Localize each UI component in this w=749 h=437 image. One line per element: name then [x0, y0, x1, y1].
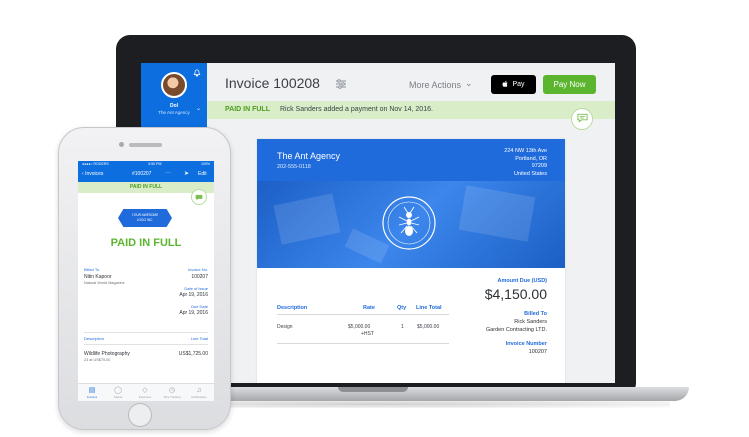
carrier: ●●●●○ ROGERS — [82, 162, 109, 166]
date-of-issue-label: Date of Issue — [184, 286, 208, 291]
invoice-no-value: 100207 — [191, 274, 208, 280]
paid-title: PAID IN FULL — [110, 237, 182, 249]
clock-icon: ◷ — [168, 387, 176, 394]
apple-icon — [502, 80, 509, 90]
page-title: Invoice 100208 — [225, 75, 320, 91]
pay-now-button[interactable]: Pay Now — [543, 75, 596, 94]
apple-pay-label: Pay — [512, 81, 525, 88]
divider — [84, 332, 208, 333]
company-logo: YOUR AWESOME LOGO INC. — [118, 209, 172, 227]
avatar[interactable] — [161, 72, 187, 98]
company-address: 224 NW 13th Ave Portland, OR 97209 Unite… — [504, 148, 547, 178]
tab-clients[interactable]: ◯ Clients — [107, 386, 129, 399]
address-line: Portland, OR — [515, 155, 547, 162]
tab-label: Clients — [113, 395, 123, 399]
amount-due-value: $4,150.00 — [484, 286, 547, 302]
divider — [277, 314, 449, 315]
line-item-tax: +HST — [361, 331, 374, 337]
line-item-name: Wildlife Photography — [84, 351, 130, 357]
device-mockup-stage: Dol The Ant Agency ⌄ Invoice 100208 More… — [0, 0, 749, 437]
tab-expenses[interactable]: ◇ Expenses — [134, 386, 156, 399]
billed-to-label: Billed To — [84, 267, 100, 272]
comment-button[interactable] — [191, 189, 207, 205]
logo-text: LOGO INC. — [136, 217, 154, 222]
billed-to-company: Garden Contracting LTD. — [485, 326, 547, 333]
apple-pay-button[interactable]: Pay — [491, 75, 536, 94]
tab-notifications[interactable]: ♫ Notifications — [188, 386, 210, 399]
bell-icon[interactable] — [193, 69, 201, 78]
invoice-number-value: 100207 — [528, 349, 547, 355]
invoice-icon: ▤ — [88, 387, 96, 394]
column-header-line-total: Line Total — [190, 336, 208, 341]
more-actions-button[interactable]: More Actions — [409, 80, 461, 90]
due-date-label: Due Date — [191, 304, 208, 309]
phone-screen: ●●●●○ ROGERS 5:50 PM 100% ‹ Invoices #10… — [78, 161, 214, 401]
comment-icon — [195, 188, 203, 206]
expenses-icon: ◇ — [142, 387, 148, 394]
line-item-total: $5,000.00 — [417, 324, 440, 330]
line-item-total: US$1,725.00 — [178, 351, 208, 357]
address-line: 224 NW 13th Ave — [504, 148, 547, 154]
ant-logo — [377, 191, 441, 255]
more-icon[interactable]: ··· — [165, 170, 171, 176]
tab-time-tracking[interactable]: ◷ Time Tracking — [161, 386, 183, 399]
tab-label: Time Tracking — [163, 395, 181, 399]
line-item-detail: 23 at US$75.00 — [84, 358, 111, 362]
invoice-no-label: Invoice No. — [187, 267, 208, 272]
comment-button[interactable] — [571, 108, 593, 130]
column-header-qty: Qty — [397, 305, 407, 311]
billed-to-block: Rick Sanders Garden Contracting LTD. — [486, 319, 547, 334]
back-button[interactable]: ‹ Invoices — [82, 171, 103, 177]
company-phone: 202-555-0118 — [277, 164, 311, 170]
comment-icon — [576, 110, 588, 128]
phone-camera — [119, 142, 124, 147]
column-header-description: Description — [84, 336, 105, 341]
company-name: The Ant Agency — [277, 151, 341, 161]
bell-icon: ♫ — [196, 387, 202, 394]
tab-label: Notifications — [191, 395, 207, 399]
divider — [277, 343, 449, 344]
address-line: 97209 — [531, 163, 547, 169]
column-header-description: Description — [277, 305, 308, 311]
chevron-down-icon[interactable]: ⌄ — [465, 78, 473, 89]
laptop-notch — [338, 387, 408, 392]
billed-to-name: Nitin Kapoor — [84, 274, 112, 280]
date-of-issue-value: Apr 19, 2016 — [179, 292, 208, 298]
battery: 100% — [201, 162, 210, 166]
line-item-qty: 1 — [401, 324, 404, 330]
nav-bar: ‹ Invoices #100207 ··· ➤ Edit — [78, 167, 214, 182]
clients-icon: ◯ — [114, 387, 122, 394]
invoice-header: The Ant Agency 202-555-0118 224 NW 13th … — [257, 139, 565, 268]
billed-to-label: Billed To — [524, 311, 547, 317]
sliders-icon[interactable] — [335, 77, 347, 89]
amount-due-label: Amount Due (USD) — [497, 278, 548, 284]
tab-bar: ▤ Invoices ◯ Clients ◇ Expenses ◷ Time T… — [78, 383, 214, 401]
address-line: United States — [513, 170, 547, 177]
tab-label: Invoices — [86, 395, 98, 399]
back-label: Invoices — [85, 171, 104, 177]
tab-label: Expenses — [138, 395, 152, 399]
divider — [84, 344, 208, 345]
column-header-line-total: Line Total — [416, 305, 442, 311]
billed-to-company: Natural World Magazine — [84, 281, 125, 285]
status-badge: PAID IN FULL — [225, 106, 270, 113]
edit-button[interactable]: Edit — [198, 171, 207, 177]
billed-to-name: Rick Sanders — [514, 319, 547, 325]
nav-title: #100207 — [132, 171, 152, 177]
line-item-rate: $5,000.00 — [348, 324, 371, 330]
payment-message: Rick Sanders added a payment on Nov 14, … — [280, 106, 433, 113]
due-date-value: Apr 19, 2016 — [179, 310, 208, 316]
send-icon[interactable]: ➤ — [184, 170, 189, 177]
chevron-down-icon[interactable]: ⌄ — [196, 105, 201, 112]
home-button[interactable] — [128, 403, 152, 427]
column-header-rate: Rate — [363, 305, 375, 311]
line-item-description: Design — [277, 324, 293, 330]
clock: 5:50 PM — [148, 162, 162, 166]
paid-status-banner: PAID IN FULL Rick Sanders added a paymen… — [207, 101, 615, 119]
tab-invoices[interactable]: ▤ Invoices — [81, 386, 103, 399]
invoice-number-label: Invoice Number — [505, 341, 547, 347]
invoice-document: The Ant Agency 202-555-0118 224 NW 13th … — [257, 139, 565, 383]
phone-speaker — [129, 143, 162, 147]
